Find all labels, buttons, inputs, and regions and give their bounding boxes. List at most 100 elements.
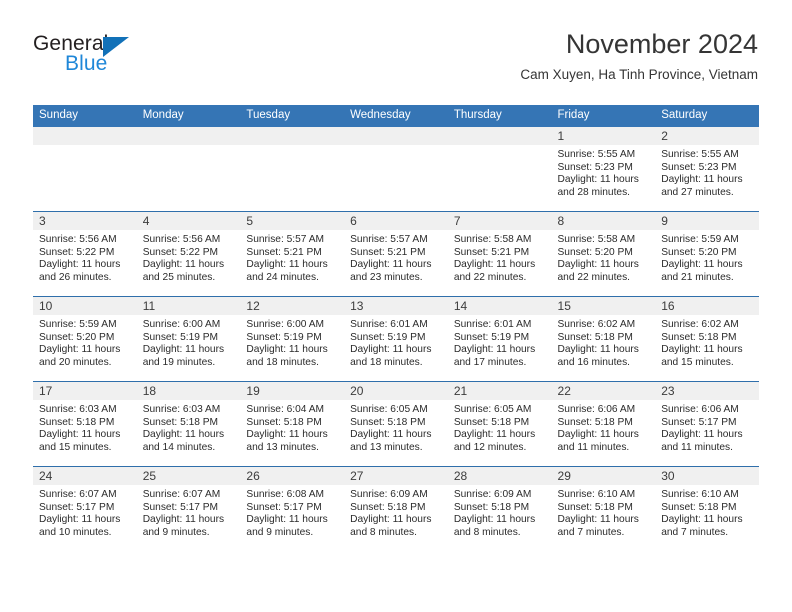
sunrise-time: Sunrise: 5:59 AM xyxy=(39,319,117,330)
calendar-day-cell[interactable]: 16 Sunrise: 6:02 AM Sunset: 5:18 PM Dayligh… xyxy=(655,296,759,382)
day-number: 14 xyxy=(447,297,552,315)
daylight-duration-line2: and 16 minutes. xyxy=(557,356,631,368)
day-number: 22 xyxy=(551,382,656,400)
calendar-header-row: Sunday Monday Tuesday Wednesday Thursday… xyxy=(33,105,759,127)
day-cell-inner: 18 Sunrise: 6:03 AM Sunset: 5:18 PM Dayligh… xyxy=(136,382,241,466)
day-cell-inner xyxy=(240,127,345,211)
sunset-time: Sunset: 5:17 PM xyxy=(142,501,219,513)
calendar-day-cell[interactable]: 12 Sunrise: 6:00 AM Sunset: 5:19 PM Dayligh… xyxy=(240,296,345,382)
calendar-day-cell[interactable]: 22 Sunrise: 6:06 AM Sunset: 5:18 PM Dayligh… xyxy=(551,381,656,467)
calendar-day-cell[interactable]: 4 Sunrise: 5:56 AM Sunset: 5:22 PM Daylight… xyxy=(136,211,241,297)
sunrise-time: Sunrise: 6:05 AM xyxy=(350,404,428,415)
sunrise-time: Sunrise: 6:02 AM xyxy=(661,319,739,330)
day-cell-details: Sunrise: 6:06 AM Sunset: 5:17 PM Daylight:… xyxy=(655,400,759,454)
daylight-duration-line1: Daylight: 11 hours xyxy=(39,344,121,356)
calendar-day-cell[interactable]: 6 Sunrise: 5:57 AM Sunset: 5:21 PM Daylight… xyxy=(344,211,448,297)
calendar-day-cell[interactable]: 26 Sunrise: 6:08 AM Sunset: 5:17 PM Dayligh… xyxy=(240,466,345,551)
day-cell-details: Sunrise: 6:09 AM Sunset: 5:18 PM Daylight:… xyxy=(448,485,552,539)
calendar-day-cell[interactable]: 21 Sunrise: 6:05 AM Sunset: 5:18 PM Dayligh… xyxy=(447,381,552,467)
general-blue-logo[interactable]: General Blue xyxy=(33,33,213,81)
daylight-duration-line2: and 21 minutes. xyxy=(661,271,734,283)
day-cell-details: Sunrise: 6:06 AM Sunset: 5:18 PM Daylight:… xyxy=(552,400,656,454)
daylight-duration-line1: Daylight: 11 hours xyxy=(246,259,328,271)
calendar-day-cell[interactable]: 2 Sunrise: 5:55 AM Sunset: 5:23 PM Daylight… xyxy=(655,127,759,212)
daylight-duration-line1: Daylight: 11 hours xyxy=(453,259,536,271)
daylight-duration-line2: and 20 minutes. xyxy=(39,356,112,368)
day-cell-inner: 24 Sunrise: 6:07 AM Sunset: 5:17 PM Dayligh… xyxy=(33,467,137,551)
sunset-time: Sunset: 5:18 PM xyxy=(557,331,633,343)
day-cell-inner: 27 Sunrise: 6:09 AM Sunset: 5:18 PM Dayligh… xyxy=(344,467,448,551)
daylight-duration-line2: and 15 minutes. xyxy=(39,441,112,453)
calendar-day-cell-empty xyxy=(447,127,552,212)
calendar-day-cell[interactable]: 18 Sunrise: 6:03 AM Sunset: 5:18 PM Dayligh… xyxy=(136,381,241,467)
calendar-day-cell[interactable]: 23 Sunrise: 6:06 AM Sunset: 5:17 PM Dayligh… xyxy=(655,381,759,467)
page-title: November 2024 xyxy=(565,29,758,59)
calendar-day-cell[interactable]: 28 Sunrise: 6:09 AM Sunset: 5:18 PM Dayligh… xyxy=(447,466,552,551)
calendar-day-cell[interactable]: 9 Sunrise: 5:59 AM Sunset: 5:20 PM Daylight… xyxy=(655,211,759,297)
calendar-day-cell[interactable]: 1 Sunrise: 5:55 AM Sunset: 5:23 PM Daylight… xyxy=(551,127,656,212)
sunset-time: Sunset: 5:17 PM xyxy=(246,501,322,513)
calendar-day-cell[interactable]: 11 Sunrise: 6:00 AM Sunset: 5:19 PM Dayligh… xyxy=(136,296,241,382)
calendar-week-row: 3 Sunrise: 5:56 AM Sunset: 5:22 PM Daylight… xyxy=(33,211,759,297)
day-number: 30 xyxy=(655,467,759,485)
sunset-time: Sunset: 5:19 PM xyxy=(246,331,322,343)
calendar-day-cell[interactable]: 10 Sunrise: 5:59 AM Sunset: 5:20 PM Dayligh… xyxy=(33,296,137,382)
day-number: 27 xyxy=(344,467,448,485)
calendar-day-cell-empty xyxy=(33,127,137,212)
daylight-duration-line1: Daylight: 11 hours xyxy=(453,344,536,356)
daylight-duration-line1: Daylight: 11 hours xyxy=(557,429,639,441)
sunrise-time: Sunrise: 5:56 AM xyxy=(39,234,117,245)
calendar-week-row: 17 Sunrise: 6:03 AM Sunset: 5:18 PM Dayligh… xyxy=(33,381,759,467)
calendar-week-row: 24 Sunrise: 6:07 AM Sunset: 5:17 PM Dayligh… xyxy=(33,466,759,551)
day-cell-inner: 10 Sunrise: 5:59 AM Sunset: 5:20 PM Dayligh… xyxy=(33,297,137,381)
calendar-day-cell[interactable]: 27 Sunrise: 6:09 AM Sunset: 5:18 PM Dayligh… xyxy=(344,466,448,551)
calendar-day-cell[interactable]: 8 Sunrise: 5:58 AM Sunset: 5:20 PM Daylight… xyxy=(551,211,656,297)
day-cell-inner: 16 Sunrise: 6:02 AM Sunset: 5:18 PM Dayligh… xyxy=(655,297,759,381)
day-number: 1 xyxy=(551,127,656,145)
calendar-day-cell-empty xyxy=(344,127,448,212)
sunset-time: Sunset: 5:18 PM xyxy=(557,416,633,428)
page-header: General Blue November 2024 Cam Xuyen, Ha… xyxy=(0,0,792,100)
day-cell-inner xyxy=(447,127,552,211)
day-number: 16 xyxy=(655,297,759,315)
day-cell-inner: 8 Sunrise: 5:58 AM Sunset: 5:20 PM Daylight… xyxy=(551,212,656,296)
day-cell-inner: 15 Sunrise: 6:02 AM Sunset: 5:18 PM Dayligh… xyxy=(551,297,656,381)
sunrise-time: Sunrise: 6:06 AM xyxy=(557,404,636,415)
calendar-day-cell[interactable]: 17 Sunrise: 6:03 AM Sunset: 5:18 PM Dayligh… xyxy=(33,381,137,467)
calendar-day-cell[interactable]: 24 Sunrise: 6:07 AM Sunset: 5:17 PM Dayligh… xyxy=(33,466,137,551)
calendar-day-cell[interactable]: 3 Sunrise: 5:56 AM Sunset: 5:22 PM Daylight… xyxy=(33,211,137,297)
day-number: 19 xyxy=(240,382,345,400)
sunset-time: Sunset: 5:17 PM xyxy=(39,501,115,513)
sunset-time: Sunset: 5:21 PM xyxy=(453,246,530,258)
day-cell-details: Sunrise: 6:08 AM Sunset: 5:17 PM Daylight:… xyxy=(240,485,344,539)
sunrise-time: Sunrise: 5:57 AM xyxy=(246,234,324,245)
calendar-day-cell[interactable]: 5 Sunrise: 5:57 AM Sunset: 5:21 PM Daylight… xyxy=(240,211,345,297)
calendar-day-cell[interactable]: 20 Sunrise: 6:05 AM Sunset: 5:18 PM Dayligh… xyxy=(344,381,448,467)
daylight-duration-line1: Daylight: 11 hours xyxy=(661,429,743,441)
daylight-duration-line1: Daylight: 11 hours xyxy=(39,429,121,441)
calendar-day-cell[interactable]: 15 Sunrise: 6:02 AM Sunset: 5:18 PM Dayligh… xyxy=(551,296,656,382)
sunrise-time: Sunrise: 6:05 AM xyxy=(453,404,532,415)
day-cell-details: Sunrise: 5:58 AM Sunset: 5:21 PM Daylight:… xyxy=(448,230,552,284)
day-cell-details: Sunrise: 6:00 AM Sunset: 5:19 PM Daylight:… xyxy=(240,315,344,369)
daylight-duration-line2: and 8 minutes. xyxy=(453,526,521,538)
day-number: 21 xyxy=(447,382,552,400)
calendar-day-cell[interactable]: 25 Sunrise: 6:07 AM Sunset: 5:17 PM Dayligh… xyxy=(136,466,241,551)
calendar-day-cell[interactable]: 13 Sunrise: 6:01 AM Sunset: 5:19 PM Dayligh… xyxy=(344,296,448,382)
daylight-duration-line2: and 26 minutes. xyxy=(39,271,112,283)
daylight-duration-line1: Daylight: 11 hours xyxy=(350,429,432,441)
calendar-day-cell[interactable]: 19 Sunrise: 6:04 AM Sunset: 5:18 PM Dayligh… xyxy=(240,381,345,467)
sunrise-time: Sunrise: 6:08 AM xyxy=(246,489,324,500)
day-number: 5 xyxy=(240,212,345,230)
sunset-time: Sunset: 5:17 PM xyxy=(661,416,737,428)
day-number: 29 xyxy=(551,467,656,485)
calendar-day-cell[interactable]: 14 Sunrise: 6:01 AM Sunset: 5:19 PM Dayligh… xyxy=(447,296,552,382)
daylight-duration-line2: and 27 minutes. xyxy=(661,186,734,198)
day-number xyxy=(447,127,552,145)
daylight-duration-line2: and 18 minutes. xyxy=(246,356,319,368)
calendar-day-cell[interactable]: 29 Sunrise: 6:10 AM Sunset: 5:18 PM Dayligh… xyxy=(551,466,656,551)
calendar-day-cell[interactable]: 30 Sunrise: 6:10 AM Sunset: 5:18 PM Dayligh… xyxy=(655,466,759,551)
calendar-day-cell[interactable]: 7 Sunrise: 5:58 AM Sunset: 5:21 PM Daylight… xyxy=(447,211,552,297)
day-cell-details: Sunrise: 6:10 AM Sunset: 5:18 PM Daylight:… xyxy=(655,485,759,539)
day-cell-details: Sunrise: 6:01 AM Sunset: 5:19 PM Daylight:… xyxy=(344,315,448,369)
